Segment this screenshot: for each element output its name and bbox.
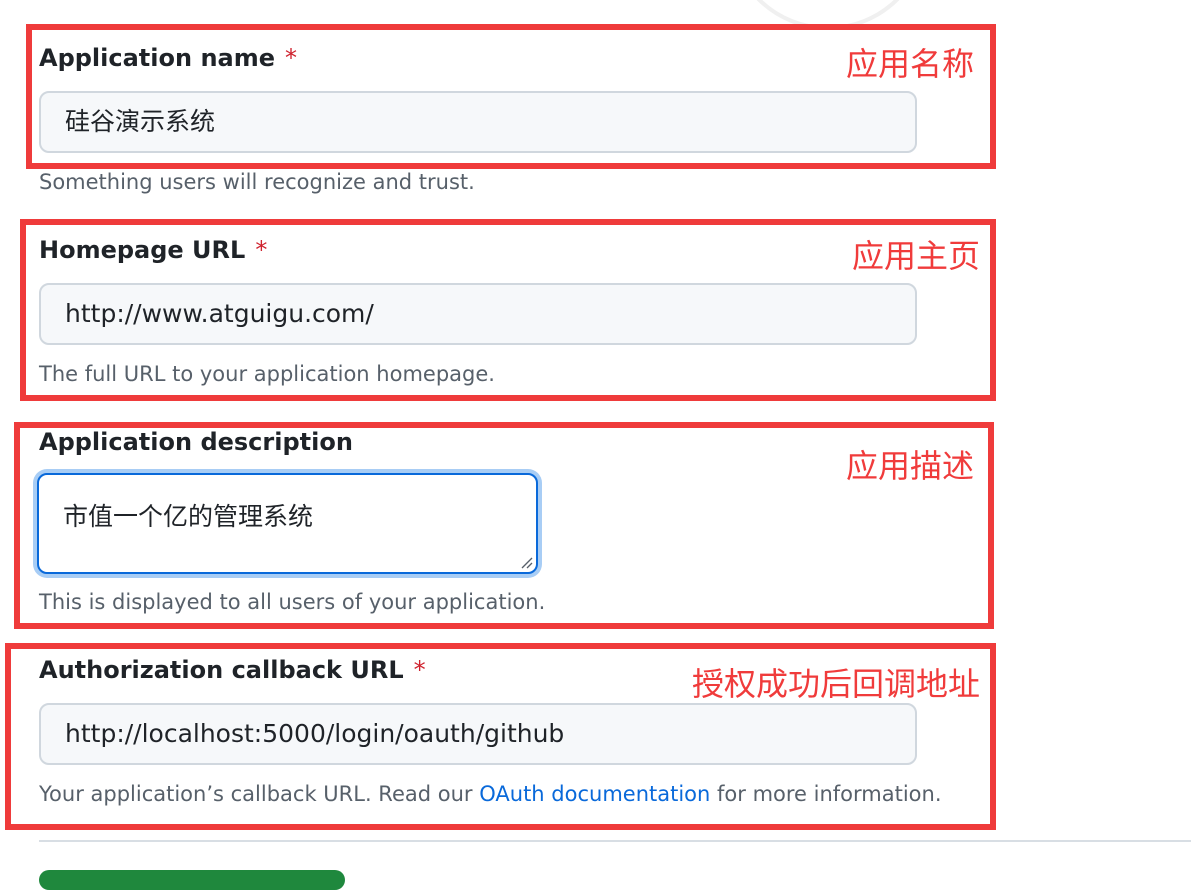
annotation-box-homepage: [20, 219, 996, 401]
register-application-button[interactable]: [39, 870, 345, 890]
annotation-label-app-name: 应用名称: [846, 45, 975, 83]
annotation-label-homepage: 应用主页: [852, 237, 981, 275]
app-name-hint: Something users will recognize and trust…: [39, 170, 475, 194]
annotation-label-description: 应用描述: [846, 447, 975, 485]
annotation-label-callback: 授权成功后回调地址: [692, 665, 981, 703]
form-divider: [39, 840, 1191, 842]
